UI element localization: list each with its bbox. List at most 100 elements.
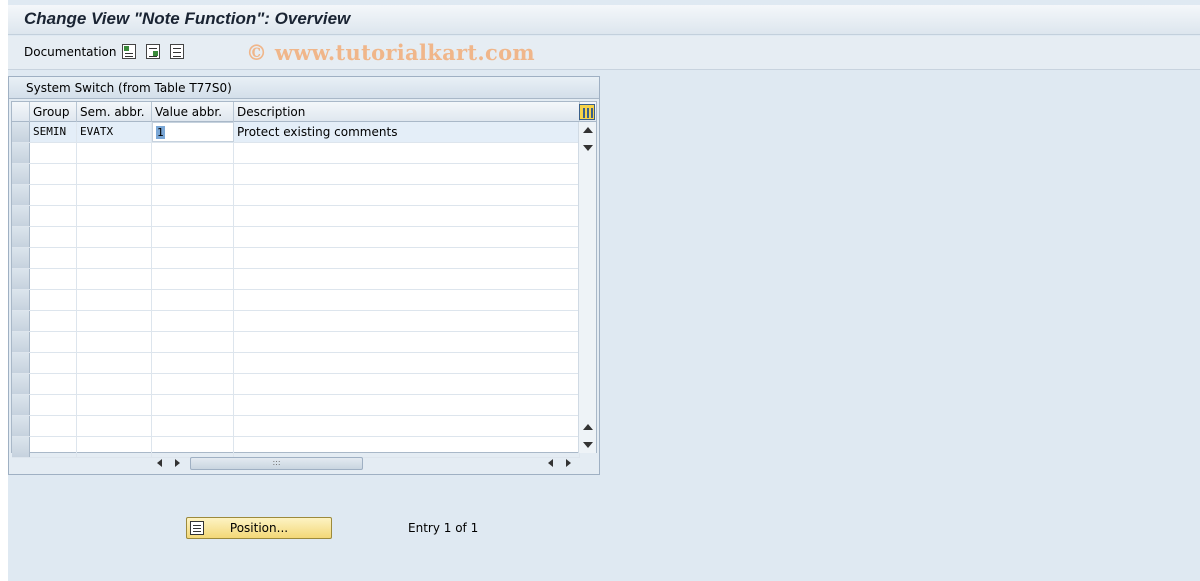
- select-all-cell[interactable]: [12, 102, 30, 122]
- scroll-down-icon[interactable]: [583, 145, 593, 151]
- empty-table-row[interactable]: [12, 395, 580, 416]
- empty-cell: [30, 311, 77, 331]
- empty-cell: [152, 311, 234, 331]
- empty-table-row[interactable]: [12, 353, 580, 374]
- row-selector[interactable]: [12, 353, 30, 373]
- row-selector[interactable]: [12, 311, 30, 331]
- empty-cell: [234, 374, 580, 394]
- empty-cell: [152, 395, 234, 415]
- column-header-value-abbr[interactable]: Value abbr.: [152, 102, 234, 122]
- watermark: © www.tutorialkart.com: [246, 40, 535, 65]
- empty-cell: [77, 437, 152, 457]
- column-header-group[interactable]: Group: [30, 102, 77, 122]
- row-selector[interactable]: [12, 248, 30, 268]
- value-abbr-input[interactable]: 1: [152, 122, 234, 142]
- empty-cell: [234, 416, 580, 436]
- row-selector[interactable]: [12, 143, 30, 163]
- column-header-sem-abbr[interactable]: Sem. abbr.: [77, 102, 152, 122]
- row-selector[interactable]: [12, 206, 30, 226]
- empty-cell: [152, 374, 234, 394]
- scroll-down-bottom-icon[interactable]: [583, 442, 593, 448]
- scroll-up-bottom-icon[interactable]: [583, 424, 593, 430]
- empty-table-row[interactable]: [12, 269, 580, 290]
- scroll-right-icon[interactable]: [175, 459, 180, 467]
- row-selector[interactable]: [12, 332, 30, 352]
- empty-cell: [234, 143, 580, 163]
- application-toolbar: Documentation: [8, 36, 1200, 70]
- scroll-right-end-icon[interactable]: [566, 459, 571, 467]
- empty-table-row[interactable]: [12, 374, 580, 395]
- empty-table-row[interactable]: [12, 248, 580, 269]
- empty-cell: [234, 206, 580, 226]
- window-title: Change View "Note Function": Overview: [24, 9, 351, 28]
- empty-cell: [152, 143, 234, 163]
- row-selector[interactable]: [12, 269, 30, 289]
- empty-cell: [77, 185, 152, 205]
- empty-table-row[interactable]: [12, 332, 580, 353]
- documentation-button[interactable]: Documentation: [24, 45, 117, 59]
- empty-cell: [234, 227, 580, 247]
- row-selector[interactable]: [12, 122, 30, 142]
- cell-sem-abbr: EVATX: [77, 122, 152, 142]
- empty-table-row[interactable]: [12, 290, 580, 311]
- scroll-left-end-icon[interactable]: [548, 459, 553, 467]
- empty-table-row[interactable]: [12, 416, 580, 437]
- empty-cell: [77, 248, 152, 268]
- empty-cell: [77, 311, 152, 331]
- table-header: Group Sem. abbr. Value abbr. Description: [12, 102, 596, 122]
- empty-cell: [30, 269, 77, 289]
- title-bar: Change View "Note Function": Overview: [8, 5, 1200, 35]
- panel-title: System Switch (from Table T77S0): [9, 77, 599, 99]
- empty-cell: [234, 185, 580, 205]
- horizontal-scrollbar[interactable]: :::: [149, 454, 581, 472]
- empty-cell: [234, 164, 580, 184]
- empty-table-row[interactable]: [12, 143, 580, 164]
- row-selector[interactable]: [12, 290, 30, 310]
- empty-table-row[interactable]: [12, 185, 580, 206]
- empty-cell: [234, 395, 580, 415]
- cell-description: Protect existing comments: [234, 122, 580, 142]
- empty-table-row[interactable]: [12, 206, 580, 227]
- position-button[interactable]: Position...: [186, 517, 332, 539]
- scroll-up-icon[interactable]: [583, 127, 593, 133]
- empty-table-row[interactable]: [12, 227, 580, 248]
- select-block-icon[interactable]: [146, 44, 160, 59]
- empty-cell: [77, 374, 152, 394]
- empty-cell: [152, 164, 234, 184]
- select-all-icon[interactable]: [122, 44, 136, 59]
- scroll-left-icon[interactable]: [157, 459, 162, 467]
- empty-cell: [234, 248, 580, 268]
- row-selector[interactable]: [12, 227, 30, 247]
- empty-cell: [77, 353, 152, 373]
- column-settings-icon[interactable]: [579, 104, 595, 120]
- row-selector[interactable]: [12, 164, 30, 184]
- row-selector[interactable]: [12, 374, 30, 394]
- position-button-label: Position...: [229, 521, 289, 535]
- entry-counter: Entry 1 of 1: [408, 521, 479, 535]
- empty-cell: [234, 311, 580, 331]
- empty-cell: [152, 206, 234, 226]
- vertical-scrollbar[interactable]: [578, 122, 596, 453]
- cell-group: SEMIN: [30, 122, 77, 142]
- empty-cell: [152, 269, 234, 289]
- empty-cell: [77, 143, 152, 163]
- row-selector[interactable]: [12, 437, 30, 457]
- empty-table-row[interactable]: [12, 311, 580, 332]
- table-row[interactable]: SEMIN EVATX 1 Protect existing comments: [12, 122, 580, 143]
- empty-cell: [30, 416, 77, 436]
- row-selector[interactable]: [12, 395, 30, 415]
- empty-cell: [77, 164, 152, 184]
- empty-cell: [30, 374, 77, 394]
- empty-cell: [152, 185, 234, 205]
- row-selector[interactable]: [12, 185, 30, 205]
- empty-cell: [234, 290, 580, 310]
- deselect-all-icon[interactable]: [170, 44, 184, 59]
- empty-table-row[interactable]: [12, 164, 580, 185]
- system-switch-panel: System Switch (from Table T77S0) Group S…: [8, 76, 600, 475]
- column-header-description[interactable]: Description: [234, 102, 580, 122]
- empty-cell: [30, 164, 77, 184]
- empty-cell: [30, 437, 77, 457]
- row-selector[interactable]: [12, 416, 30, 436]
- empty-cell: [30, 290, 77, 310]
- scroll-thumb[interactable]: :::: [190, 457, 363, 470]
